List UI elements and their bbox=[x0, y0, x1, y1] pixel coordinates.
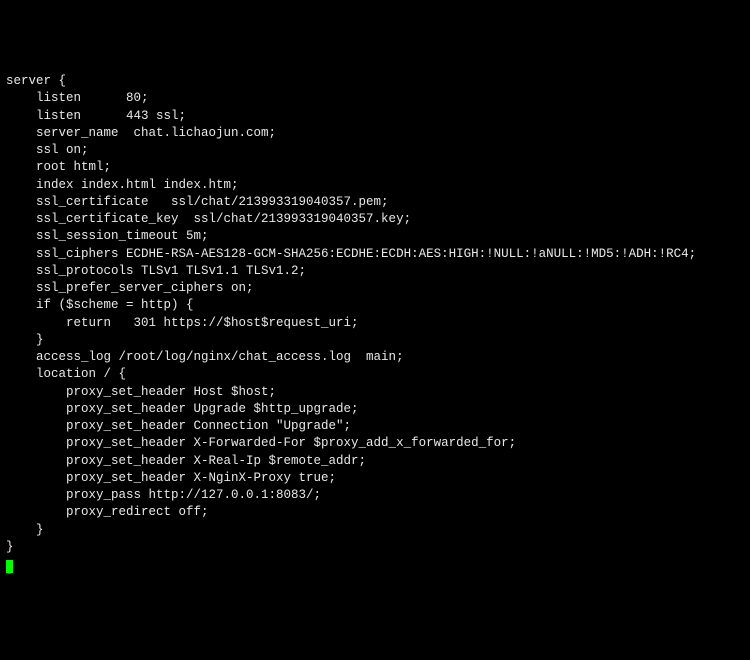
config-line: ssl_session_timeout 5m; bbox=[6, 228, 744, 245]
config-line: index index.html index.htm; bbox=[6, 177, 744, 194]
config-line: listen 80; bbox=[6, 90, 744, 107]
config-line: ssl_certificate_key ssl/chat/21399331904… bbox=[6, 211, 744, 228]
config-line: } bbox=[6, 539, 744, 556]
config-line: ssl_prefer_server_ciphers on; bbox=[6, 280, 744, 297]
config-line: } bbox=[6, 332, 744, 349]
prompt-line: ] bbox=[6, 556, 744, 573]
config-line: proxy_redirect off; bbox=[6, 504, 744, 521]
config-line: proxy_pass http://127.0.0.1:8083/; bbox=[6, 487, 744, 504]
config-line: server { bbox=[6, 73, 744, 90]
config-line: proxy_set_header X-NginX-Proxy true; bbox=[6, 470, 744, 487]
config-line: ssl_ciphers ECDHE-RSA-AES128-GCM-SHA256:… bbox=[6, 246, 744, 263]
config-line: ssl on; bbox=[6, 142, 744, 159]
config-line: proxy_set_header X-Real-Ip $remote_addr; bbox=[6, 453, 744, 470]
config-line: server_name chat.lichaojun.com; bbox=[6, 125, 744, 142]
config-line: proxy_set_header Upgrade $http_upgrade; bbox=[6, 401, 744, 418]
config-line: proxy_set_header X-Forwarded-For $proxy_… bbox=[6, 435, 744, 452]
config-line: return 301 https://$host$request_uri; bbox=[6, 315, 744, 332]
config-line: proxy_set_header Connection "Upgrade"; bbox=[6, 418, 744, 435]
config-line: ssl_protocols TLSv1 TLSv1.1 TLSv1.2; bbox=[6, 263, 744, 280]
config-line: access_log /root/log/nginx/chat_access.l… bbox=[6, 349, 744, 366]
config-line: listen 443 ssl; bbox=[6, 108, 744, 125]
terminal-viewport[interactable]: server { listen 80; listen 443 ssl; serv… bbox=[6, 73, 744, 573]
config-line: root html; bbox=[6, 159, 744, 176]
config-line: ssl_certificate ssl/chat/213993319040357… bbox=[6, 194, 744, 211]
cursor-icon: ] bbox=[6, 560, 13, 573]
config-line: } bbox=[6, 522, 744, 539]
config-line: location / { bbox=[6, 366, 744, 383]
config-line: proxy_set_header Host $host; bbox=[6, 384, 744, 401]
config-line: if ($scheme = http) { bbox=[6, 297, 744, 314]
